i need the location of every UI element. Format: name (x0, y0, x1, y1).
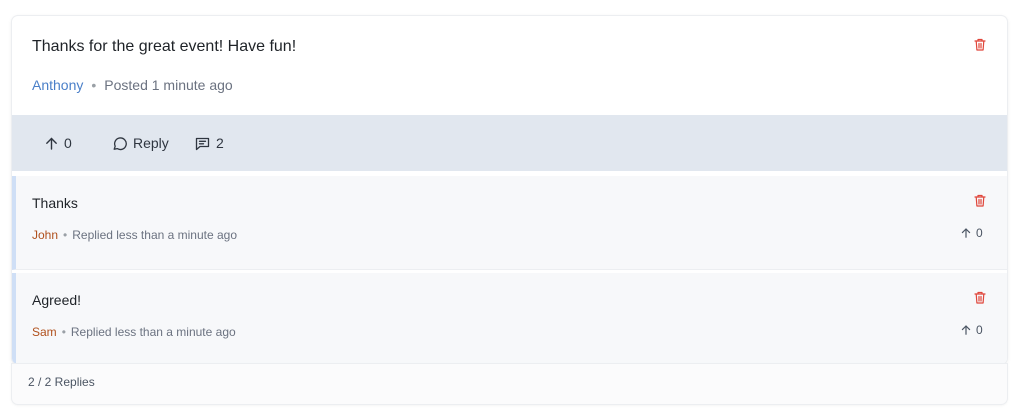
comments-count-button[interactable]: 2 (195, 115, 224, 171)
reply-item: Thanks John • Replied less than a minute… (12, 176, 1007, 270)
reply-timestamp: Replied less than a minute ago (72, 228, 238, 242)
arrow-up-icon (961, 228, 971, 238)
reply-upvote-count: 0 (976, 226, 983, 240)
reply-item: Agreed! Sam • Replied less than a minute… (12, 273, 1007, 364)
upvote-button[interactable]: 0 (45, 115, 72, 171)
arrow-up-icon (961, 325, 971, 335)
reply-meta: John • Replied less than a minute ago (32, 228, 237, 242)
comment-lines-icon (195, 137, 210, 150)
reply-timestamp: Replied less than a minute ago (70, 325, 236, 339)
reply-text: Agreed! (32, 292, 82, 308)
reply-button[interactable]: Reply (112, 115, 169, 171)
replies-summary: 2 / 2 Replies (28, 375, 95, 389)
meta-separator: • (63, 228, 68, 242)
delete-reply-button[interactable] (974, 194, 986, 207)
post-author-link[interactable]: Anthony (32, 77, 83, 93)
post-action-bar: 0 Reply 2 (12, 115, 1007, 171)
delete-post-button[interactable] (974, 38, 986, 51)
post-text: Thanks for the great event! Have fun! (32, 38, 297, 55)
comments-count: 2 (216, 135, 224, 151)
meta-separator: • (61, 325, 66, 339)
reply-label: Reply (133, 135, 169, 151)
reply-text: Thanks (32, 195, 78, 211)
replies-footer: 2 / 2 Replies (12, 364, 1007, 404)
upvote-count: 0 (64, 135, 72, 151)
comment-card: Thanks for the great event! Have fun! An… (12, 16, 1007, 364)
meta-separator: • (91, 77, 97, 93)
reply-meta: Sam • Replied less than a minute ago (32, 325, 236, 339)
trash-icon (974, 38, 986, 51)
reply-upvote-count: 0 (976, 323, 983, 337)
reply-upvote-button[interactable]: 0 (961, 226, 983, 240)
trash-icon (974, 194, 986, 207)
post-timestamp: Posted 1 minute ago (104, 77, 233, 93)
speech-bubble-icon (113, 136, 127, 150)
reply-author-link[interactable]: John (32, 228, 58, 242)
reply-author-link[interactable]: Sam (32, 325, 57, 339)
reply-upvote-button[interactable]: 0 (961, 323, 983, 337)
arrow-up-icon (46, 137, 57, 150)
trash-icon (974, 291, 986, 304)
delete-reply-button[interactable] (974, 291, 986, 304)
post-meta: Anthony • Posted 1 minute ago (32, 77, 233, 93)
